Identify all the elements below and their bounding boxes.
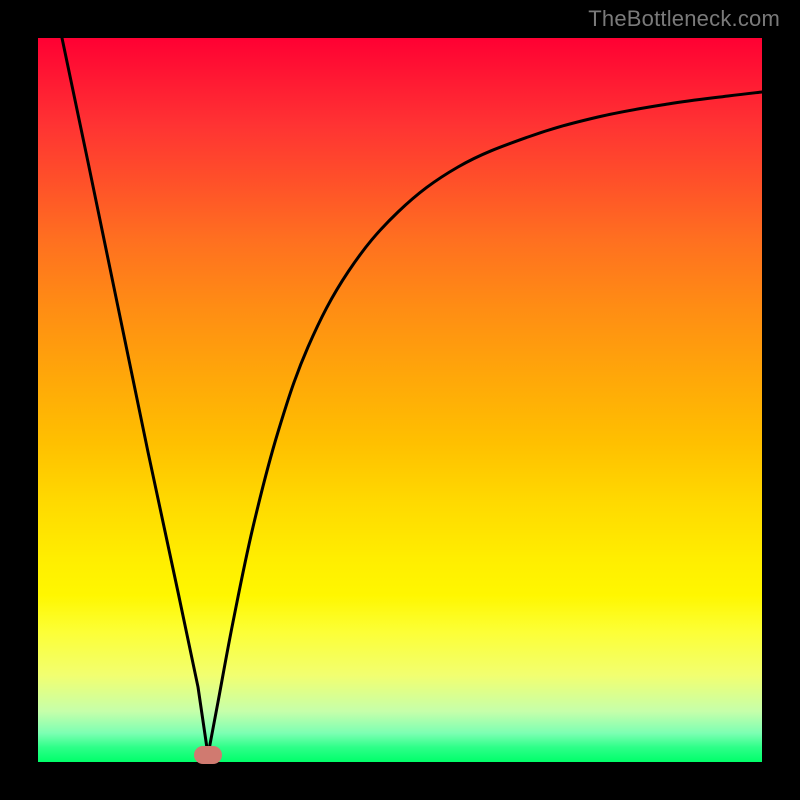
bottleneck-curve: [38, 38, 762, 762]
curve-right-branch: [208, 92, 762, 755]
watermark-text: TheBottleneck.com: [588, 6, 780, 32]
gradient-plot-area: [38, 38, 762, 762]
optimal-point-marker: [194, 746, 222, 764]
curve-left-branch: [62, 38, 208, 755]
